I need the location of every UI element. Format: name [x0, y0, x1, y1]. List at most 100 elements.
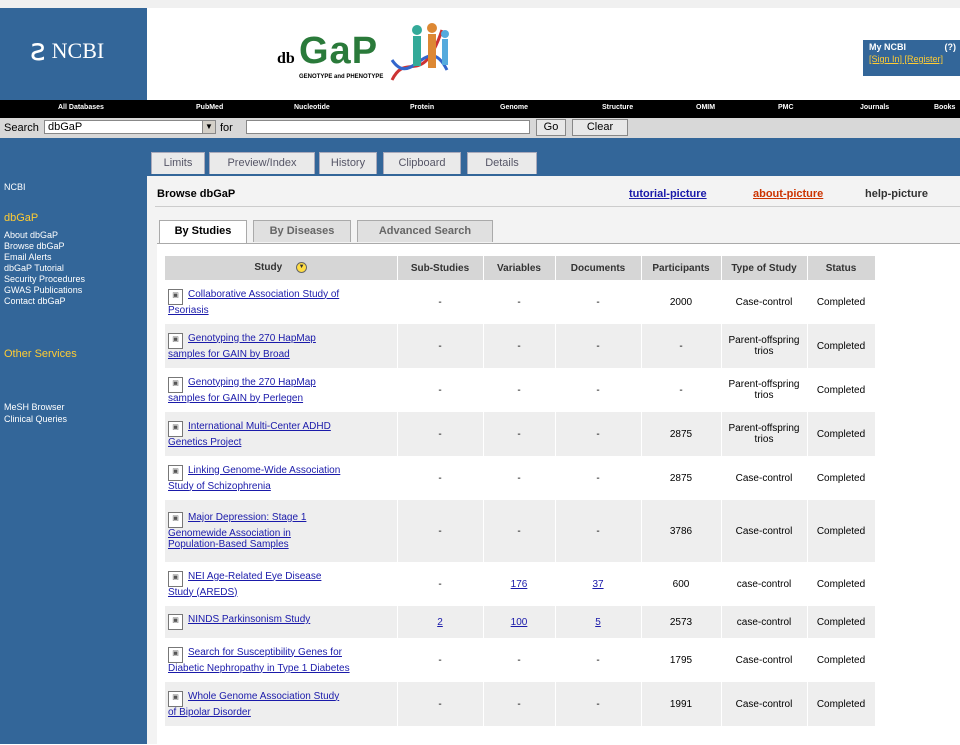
- sidebar-item-tutorial[interactable]: dbGaP Tutorial: [4, 263, 64, 273]
- study-cell: ▣ Whole Genome Association Study of Bipola…: [165, 682, 398, 726]
- study-link[interactable]: Linking Genome-Wide Association: [188, 465, 340, 476]
- search-term-input[interactable]: [246, 120, 530, 134]
- tab-advanced-search[interactable]: Advanced Search: [357, 220, 493, 242]
- sidebar-item-security[interactable]: Security Procedures: [4, 274, 85, 284]
- variables-cell[interactable]: 100: [483, 606, 556, 638]
- tab-history[interactable]: History: [319, 152, 377, 174]
- variables-cell[interactable]: 176: [483, 562, 556, 606]
- sidebar-item-gwas[interactable]: GWAS Publications: [4, 285, 82, 295]
- study-link[interactable]: Genetics Project: [168, 437, 241, 448]
- sidebar-other-services-heading[interactable]: Other Services: [4, 348, 77, 360]
- column-header-type-of-study[interactable]: Type of Study: [721, 256, 808, 280]
- table-row: ▣ Search for Susceptibility Genes for Diab…: [165, 638, 876, 682]
- documents-cell: -: [555, 280, 642, 324]
- sort-icon[interactable]: ▼: [296, 262, 308, 274]
- my-ncbi-help-icon[interactable]: (?): [945, 42, 957, 52]
- go-button[interactable]: Go: [536, 119, 566, 136]
- sidebar-dbgap-heading[interactable]: dbGaP: [4, 212, 38, 224]
- sidebar-ncbi[interactable]: NCBI: [4, 182, 26, 192]
- status-cell: Completed: [807, 368, 876, 412]
- study-link[interactable]: Study of Schizophrenia: [168, 481, 271, 492]
- nav-protein[interactable]: Protein: [410, 104, 434, 111]
- document-icon[interactable]: ▣: [168, 332, 183, 349]
- study-link[interactable]: NINDS Parkinsonism Study: [188, 614, 310, 625]
- document-icon[interactable]: ▣: [168, 288, 183, 305]
- sidebar-item-contact[interactable]: Contact dbGaP: [4, 296, 66, 306]
- column-header-study[interactable]: Study ▼: [165, 256, 398, 280]
- study-cell: ▣ NEI Age-Related Eye Disease Study (AREDS…: [165, 562, 398, 606]
- tab-by-diseases[interactable]: By Diseases: [253, 220, 351, 242]
- study-link[interactable]: Whole Genome Association Study: [188, 691, 339, 702]
- tab-preview-index[interactable]: Preview/Index: [209, 152, 315, 174]
- tutorial-link[interactable]: tutorial-picture: [629, 188, 707, 200]
- study-link[interactable]: Diabetic Nephropathy in Type 1 Diabetes: [168, 663, 350, 674]
- nav-all-databases[interactable]: All Databases: [58, 104, 104, 111]
- documents-cell[interactable]: 5: [555, 606, 642, 638]
- column-header-sub-studies[interactable]: Sub-Studies: [397, 256, 484, 280]
- sidebar-item-clinical-queries[interactable]: Clinical Queries: [4, 414, 67, 424]
- nav-genome[interactable]: Genome: [500, 104, 528, 111]
- document-icon[interactable]: ▣: [168, 464, 183, 481]
- study-link[interactable]: Major Depression: Stage 1: [188, 512, 306, 523]
- tab-by-studies[interactable]: By Studies: [159, 220, 247, 243]
- documents-cell: -: [555, 456, 642, 500]
- sub-studies-cell: -: [397, 368, 484, 412]
- help-link[interactable]: help-picture: [865, 188, 928, 200]
- study-link[interactable]: Genomewide Association in: [168, 528, 291, 539]
- nav-pmc[interactable]: PMC: [778, 104, 794, 111]
- column-header-variables[interactable]: Variables: [483, 256, 556, 280]
- sidebar-item-mesh-browser[interactable]: MeSH Browser: [4, 402, 65, 412]
- my-ncbi-title[interactable]: My NCBI: [869, 42, 906, 52]
- nav-pubmed[interactable]: PubMed: [196, 104, 223, 111]
- document-icon[interactable]: ▣: [168, 420, 183, 437]
- tab-clipboard[interactable]: Clipboard: [383, 152, 461, 174]
- study-link[interactable]: Psoriasis: [168, 305, 209, 316]
- clear-button[interactable]: Clear: [572, 119, 628, 136]
- nav-journals[interactable]: Journals: [860, 104, 889, 111]
- document-icon[interactable]: ▣: [168, 512, 183, 528]
- study-link[interactable]: Genotyping the 270 HapMap: [188, 333, 316, 344]
- study-link[interactable]: of Bipolar Disorder: [168, 707, 251, 718]
- column-header-participants[interactable]: Participants: [641, 256, 722, 280]
- type-of-study-cell: Case-control: [721, 638, 808, 682]
- study-link[interactable]: Collaborative Association Study of: [188, 289, 339, 300]
- tab-limits[interactable]: Limits: [151, 152, 205, 174]
- participants-cell: 1795: [641, 638, 722, 682]
- nav-structure[interactable]: Structure: [602, 104, 633, 111]
- nav-omim[interactable]: OMIM: [696, 104, 715, 111]
- column-header-status[interactable]: Status: [807, 256, 876, 280]
- column-header-documents[interactable]: Documents: [555, 256, 642, 280]
- sidebar-item-browse[interactable]: Browse dbGaP: [4, 241, 65, 251]
- nav-nucleotide[interactable]: Nucleotide: [294, 104, 330, 111]
- study-link[interactable]: Genotyping the 270 HapMap: [188, 377, 316, 388]
- study-link[interactable]: International Multi-Center ADHD: [188, 421, 331, 432]
- participants-cell: 600: [641, 562, 722, 606]
- document-icon[interactable]: ▣: [168, 646, 183, 663]
- sidebar-item-email-alerts[interactable]: Email Alerts: [4, 252, 52, 262]
- nav-books[interactable]: Books: [934, 104, 955, 111]
- sign-in-register-link[interactable]: [Sign In] [Register]: [869, 54, 943, 64]
- document-icon[interactable]: ▣: [168, 570, 183, 587]
- study-link[interactable]: Study (AREDS): [168, 587, 237, 598]
- study-link[interactable]: samples for GAIN by Broad: [168, 349, 290, 360]
- study-link[interactable]: NEI Age-Related Eye Disease: [188, 571, 321, 582]
- study-link[interactable]: Search for Susceptibility Genes for: [188, 647, 342, 658]
- sidebar-item-about[interactable]: About dbGaP: [4, 230, 58, 240]
- study-link[interactable]: Population-Based Samples: [168, 539, 289, 550]
- study-cell: ▣ Linking Genome-Wide Association Study of…: [165, 456, 398, 500]
- sub-studies-cell: -: [397, 412, 484, 456]
- documents-cell[interactable]: 37: [555, 562, 642, 606]
- document-icon[interactable]: ▣: [168, 614, 183, 630]
- about-link[interactable]: about-picture: [753, 188, 823, 200]
- sub-studies-cell[interactable]: 2: [397, 606, 484, 638]
- dbgap-logo[interactable]: db GaP GENOTYPE and PHENOTYPE: [277, 20, 457, 92]
- ncbi-logo[interactable]: ꙅ NCBI: [30, 36, 104, 66]
- documents-cell: -: [555, 368, 642, 412]
- database-select[interactable]: dbGaP ▼: [44, 120, 216, 134]
- document-icon[interactable]: ▣: [168, 690, 183, 707]
- chevron-down-icon[interactable]: ▼: [202, 121, 215, 133]
- tab-details[interactable]: Details: [467, 152, 537, 174]
- study-link[interactable]: samples for GAIN by Perlegen: [168, 393, 303, 404]
- status-cell: Completed: [807, 562, 876, 606]
- document-icon[interactable]: ▣: [168, 376, 183, 393]
